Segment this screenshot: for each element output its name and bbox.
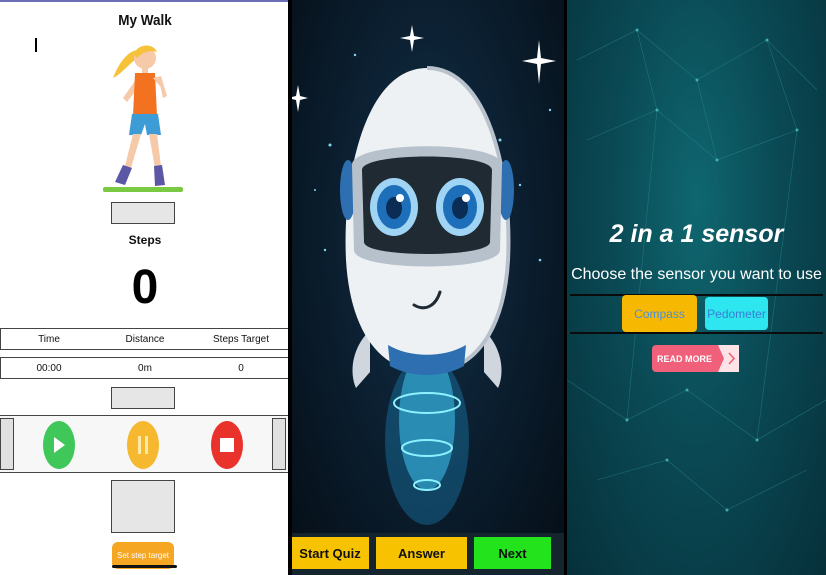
panel-divider-left — [288, 0, 292, 575]
sensor-separator-top — [570, 294, 823, 296]
answer-button[interactable]: Answer — [376, 537, 467, 569]
set-target-underline — [112, 565, 177, 568]
play-icon — [54, 437, 65, 453]
stats-header-row: Time Distance Steps Target — [0, 328, 290, 350]
steps-target-header: Steps Target — [213, 333, 269, 345]
steps-input-box[interactable] — [111, 202, 175, 224]
start-quiz-button[interactable]: Start Quiz — [291, 537, 369, 569]
pause-button[interactable] — [127, 421, 159, 469]
left-control-slot[interactable] — [0, 418, 14, 470]
play-button[interactable] — [43, 421, 75, 469]
robot-illustration — [290, 25, 556, 525]
read-more-label: READ MORE — [656, 353, 712, 364]
distance-value: 0m — [138, 362, 152, 374]
stop-button[interactable] — [211, 421, 243, 469]
steps-target-value: 0 — [238, 362, 244, 374]
sensor-subtitle: Choose the sensor you want to use — [571, 266, 822, 283]
pedometer-button[interactable]: Pedometer — [705, 297, 768, 330]
walking-girl-illustration — [103, 45, 183, 192]
walk-controls — [0, 415, 290, 473]
sensor-panel — [567, 0, 826, 575]
robot-panel — [290, 0, 566, 575]
next-button[interactable]: Next — [474, 537, 551, 569]
distance-header: Distance — [125, 333, 165, 345]
right-control-slot[interactable] — [272, 418, 286, 470]
walk-title: My Walk — [118, 12, 172, 29]
target-input-box[interactable] — [111, 387, 175, 409]
time-header: Time — [38, 333, 60, 345]
pause-icon — [138, 436, 148, 454]
stats-value-row: 00:00 0m 0 — [0, 357, 290, 379]
compass-button[interactable]: Compass — [622, 295, 697, 332]
sensor-title: 2 in a 1 sensor — [609, 220, 784, 248]
text-cursor — [35, 38, 37, 52]
target-display-box — [111, 480, 175, 533]
time-value: 00:00 — [36, 362, 62, 374]
network-background — [567, 28, 826, 512]
sensor-separator-bottom — [570, 332, 823, 334]
steps-count: 0 — [131, 261, 159, 314]
steps-label: Steps — [128, 233, 162, 247]
stop-icon — [220, 438, 234, 452]
